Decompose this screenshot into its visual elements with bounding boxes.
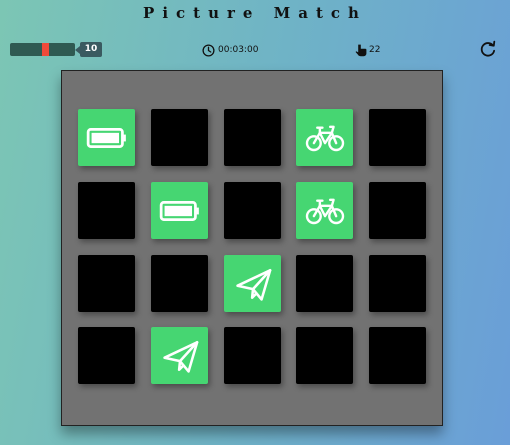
- card-face-up[interactable]: [151, 327, 208, 384]
- card-face-down[interactable]: [78, 255, 135, 312]
- bicycle-icon: [305, 198, 344, 224]
- moves-counter: 22: [355, 40, 380, 60]
- clock-icon: [202, 43, 215, 57]
- refresh-icon[interactable]: [479, 40, 497, 58]
- card-face-down[interactable]: [369, 182, 426, 239]
- moves-count: 22: [369, 45, 381, 55]
- card-face-down[interactable]: [151, 255, 208, 312]
- level-slider-thumb[interactable]: [42, 43, 49, 56]
- timer: 00:03:00: [202, 40, 258, 60]
- card-face-up[interactable]: [151, 182, 208, 239]
- card-face-down[interactable]: [151, 109, 208, 166]
- card-face-down[interactable]: [224, 182, 281, 239]
- bicycle-icon: [305, 125, 344, 151]
- card-face-down[interactable]: [369, 109, 426, 166]
- card-face-down[interactable]: [369, 255, 426, 312]
- paper-plane-icon: [162, 340, 198, 373]
- card-face-down[interactable]: [224, 327, 281, 384]
- card-face-down[interactable]: [296, 327, 353, 384]
- battery-icon: [86, 127, 127, 148]
- timer-text: 00:03:00: [218, 45, 259, 55]
- card-face-down[interactable]: [78, 327, 135, 384]
- battery-icon: [159, 200, 200, 221]
- game-board: [61, 70, 443, 426]
- card-face-down[interactable]: [369, 327, 426, 384]
- card-face-up[interactable]: [296, 182, 353, 239]
- status-bar: 10 00:03:00 22: [10, 40, 500, 60]
- card-face-up[interactable]: [78, 109, 135, 166]
- card-face-down[interactable]: [224, 109, 281, 166]
- level-slider[interactable]: [10, 43, 75, 56]
- level-badge: 10: [75, 42, 102, 57]
- game-title: Picture Match: [143, 4, 367, 22]
- hand-icon: [355, 44, 367, 56]
- card-face-up[interactable]: [296, 109, 353, 166]
- paper-plane-icon: [235, 268, 271, 301]
- card-face-up[interactable]: [224, 255, 281, 312]
- card-face-down[interactable]: [78, 182, 135, 239]
- card-face-down[interactable]: [296, 255, 353, 312]
